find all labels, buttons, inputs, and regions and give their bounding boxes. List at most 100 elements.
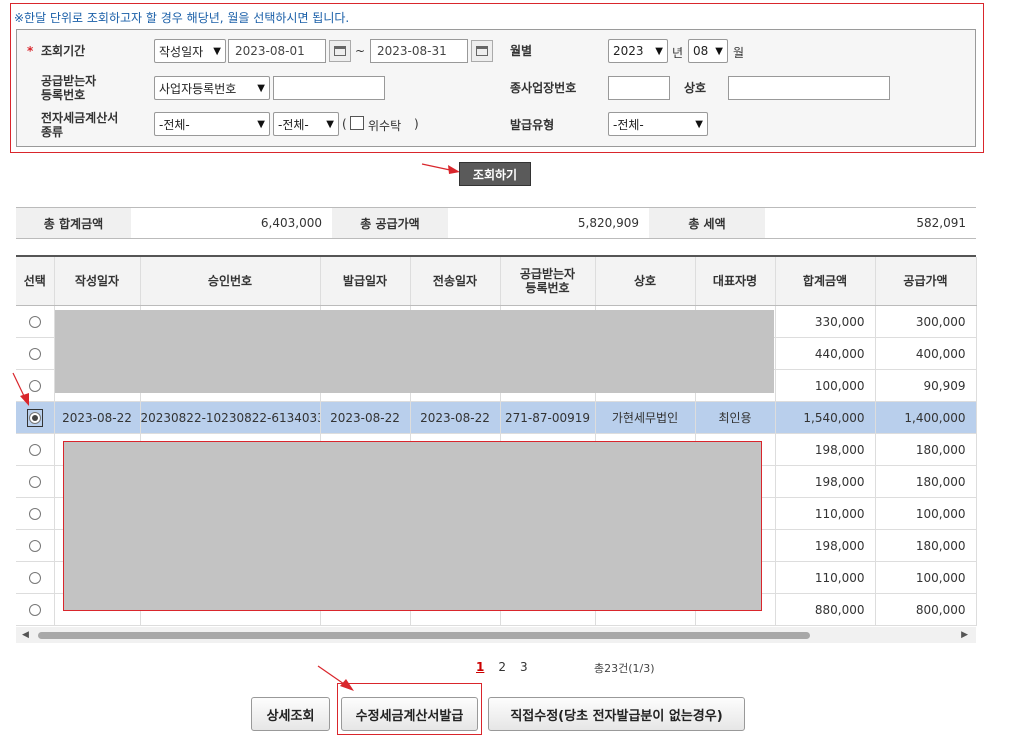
month-label: 월별 [510, 44, 533, 58]
direct-edit-button[interactable]: 직접수정(당초 전자발급분이 없는경우) [488, 697, 745, 731]
total-amount-cell: 880,000 [775, 593, 876, 626]
select-cell[interactable] [16, 497, 55, 530]
month-select[interactable]: 08 ▼ [688, 39, 728, 63]
invoice-subkind-select[interactable]: -전체- ▼ [273, 112, 339, 136]
consign-checkbox[interactable] [350, 116, 364, 130]
redaction-mask [55, 310, 774, 393]
chevron-down-icon: ▼ [695, 118, 703, 130]
chevron-down-icon: ▼ [213, 45, 221, 57]
col-send-date: 전송일자 [410, 257, 501, 306]
receiver-reg-cell: 271-87-00919 [500, 401, 596, 434]
page-link-1[interactable]: 1 [476, 660, 484, 674]
row-radio[interactable] [28, 572, 41, 584]
row-radio[interactable] [28, 444, 41, 456]
col-write-date: 작성일자 [54, 257, 141, 306]
search-button[interactable]: 조회하기 [459, 162, 531, 186]
paren-open: ( [342, 117, 347, 131]
page-link-3[interactable]: 3 [520, 660, 528, 674]
company-label: 상호 [684, 81, 707, 95]
annotation-arrow-icon [12, 372, 29, 406]
company-cell: 가현세무법인 [595, 401, 696, 434]
col-company: 상호 [595, 257, 696, 306]
col-issue-date: 발급일자 [320, 257, 411, 306]
date-to-input[interactable]: 2023-08-31 [370, 39, 468, 63]
year-select[interactable]: 2023 ▼ [608, 39, 668, 63]
tax-amount-value: 582,091 [916, 216, 966, 230]
highlight-outline [337, 683, 482, 735]
annotation-arrow-icon [317, 665, 354, 691]
detail-view-button[interactable]: 상세조회 [251, 697, 330, 731]
select-cell[interactable] [16, 433, 55, 466]
receiver-label-2: 등록번호 [41, 88, 86, 102]
invoice-kind-label-1: 전자세금계산서 [41, 111, 119, 125]
supply-amount-cell: 180,000 [875, 529, 977, 562]
scroll-right-icon[interactable]: ▶ [961, 630, 968, 640]
row-radio[interactable] [28, 604, 41, 616]
supply-amount-value: 5,820,909 [577, 216, 639, 230]
table-header-row: 선택 작성일자 승인번호 발급일자 전송일자 공급받는자 등록번호 상호 대표자… [16, 257, 977, 306]
result-count: 총23건(1/3) [594, 662, 655, 675]
year-suffix: 년 [672, 46, 684, 60]
issue-date-cell: 2023-08-22 [320, 401, 411, 434]
row-radio[interactable] [28, 316, 41, 328]
approval-no-cell: 20230822-10230822-61340336 [140, 401, 321, 434]
calendar-icon[interactable] [329, 40, 351, 62]
total-amount-label: 총 합계금액 [16, 208, 131, 238]
table-row[interactable]: 2023-08-22 20230822-10230822-61340336 2023… [16, 401, 977, 434]
pagination: 1 2 3 [476, 660, 528, 674]
row-radio[interactable] [28, 348, 41, 360]
page-link-2[interactable]: 2 [498, 660, 506, 674]
col-approval-no: 승인번호 [140, 257, 321, 306]
supply-amount-cell: 180,000 [875, 465, 977, 498]
supply-amount-label: 총 공급가액 [332, 208, 448, 238]
total-amount-cell: 198,000 [775, 465, 876, 498]
chevron-down-icon: ▼ [655, 45, 663, 57]
select-cell[interactable] [16, 305, 55, 338]
calendar-icon[interactable] [471, 40, 493, 62]
date-from-input[interactable]: 2023-08-01 [228, 39, 326, 63]
row-radio[interactable] [28, 412, 41, 424]
horizontal-scrollbar[interactable]: ◀ ▶ [16, 627, 976, 643]
total-amount-cell: 330,000 [775, 305, 876, 338]
chevron-down-icon: ▼ [257, 82, 265, 94]
receiver-type-select[interactable]: 사업자등록번호 ▼ [154, 76, 270, 100]
paren-close: ) [414, 117, 419, 131]
required-mark: * [27, 44, 34, 58]
sub-biz-input[interactable] [608, 76, 670, 100]
supply-amount-cell: 90,909 [875, 369, 977, 402]
select-cell[interactable] [16, 529, 55, 562]
total-amount-cell: 198,000 [775, 433, 876, 466]
ceo-cell: 최인용 [695, 401, 776, 434]
summary-bar: 총 합계금액 6,403,000 총 공급가액 5,820,909 총 세액 5… [16, 207, 976, 239]
select-cell[interactable] [16, 593, 55, 626]
select-cell[interactable] [16, 465, 55, 498]
supply-amount-cell: 100,000 [875, 561, 977, 594]
chevron-down-icon: ▼ [715, 45, 723, 57]
row-radio[interactable] [28, 540, 41, 552]
col-total: 합계금액 [775, 257, 876, 306]
select-cell[interactable] [16, 561, 55, 594]
receiver-number-input[interactable] [273, 76, 385, 100]
scroll-left-icon[interactable]: ◀ [22, 630, 29, 640]
row-radio[interactable] [28, 508, 41, 520]
company-input[interactable] [728, 76, 890, 100]
supply-amount-cell: 1,400,000 [875, 401, 977, 434]
chevron-down-icon: ▼ [257, 118, 265, 130]
consign-label: 위수탁 [368, 119, 402, 133]
row-radio[interactable] [28, 476, 41, 488]
total-amount-cell: 110,000 [775, 497, 876, 530]
col-ceo: 대표자명 [695, 257, 776, 306]
issue-type-label: 발급유형 [510, 118, 555, 132]
select-cell[interactable] [16, 337, 55, 370]
chevron-down-icon: ▼ [326, 118, 334, 130]
search-form: * 조회기간 작성일자 ▼ 2023-08-01 ~ 2023-08-31 월별 … [16, 29, 976, 147]
notice-text: ※한달 단위로 조회하고자 할 경우 해당년, 월을 선택하시면 됩니다. [14, 11, 350, 25]
total-amount-cell: 100,000 [775, 369, 876, 402]
supply-amount-cell: 300,000 [875, 305, 977, 338]
scrollbar-thumb[interactable] [38, 632, 810, 639]
date-type-select[interactable]: 작성일자 ▼ [154, 39, 226, 63]
invoice-kind-label-2: 종류 [41, 125, 64, 139]
supply-amount-cell: 100,000 [875, 497, 977, 530]
issue-type-select[interactable]: -전체- ▼ [608, 112, 708, 136]
invoice-kind-select[interactable]: -전체- ▼ [154, 112, 270, 136]
